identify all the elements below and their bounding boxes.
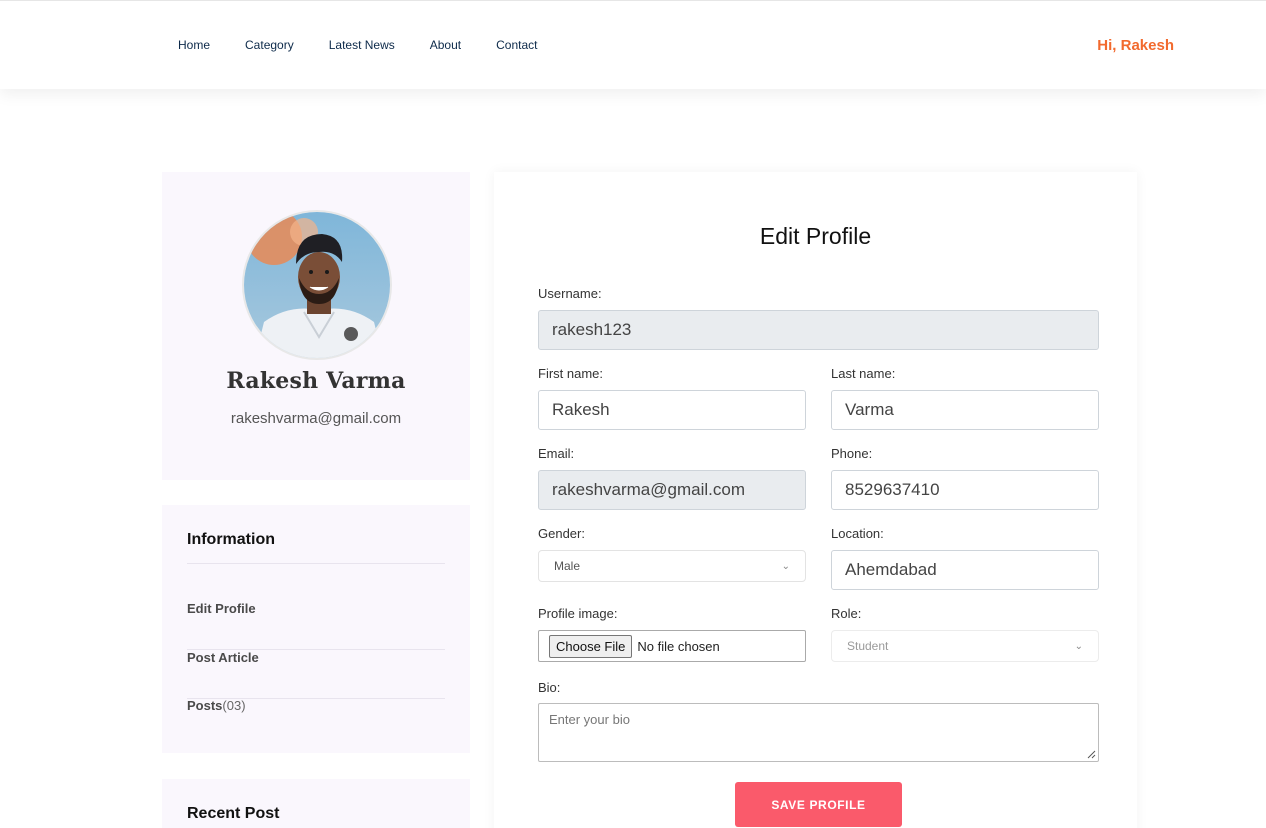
- gender-label: Gender:: [538, 526, 585, 541]
- information-heading: Information: [187, 531, 275, 548]
- sidebar-item-label: Post Article: [187, 650, 259, 665]
- nav-about-link[interactable]: About: [430, 38, 461, 52]
- divider: [187, 563, 445, 564]
- phone-field[interactable]: 8529637410: [831, 470, 1099, 510]
- recent-post-heading: Recent Post: [187, 805, 280, 822]
- profile-image-label: Profile image:: [538, 606, 618, 621]
- nav-home-link[interactable]: Home: [178, 38, 210, 52]
- username-label: Username:: [538, 286, 602, 301]
- save-profile-button[interactable]: SAVE PROFILE: [735, 782, 902, 827]
- email-value: rakeshvarma@gmail.com: [552, 480, 745, 499]
- information-card: Information Edit Profile Post Article Po…: [162, 505, 470, 753]
- recent-post-card: Recent Post: [162, 779, 470, 828]
- sidebar-item-label: Edit Profile: [187, 601, 256, 616]
- email-field[interactable]: rakeshvarma@gmail.com: [538, 470, 806, 510]
- gender-value: Male: [554, 559, 581, 573]
- top-navbar: Home Category Latest News About Contact …: [0, 0, 1266, 89]
- profile-email: rakeshvarma@gmail.com: [230, 410, 402, 427]
- location-value: Ahemdabad: [845, 560, 937, 579]
- bio-textarea[interactable]: Enter your bio: [538, 703, 1099, 762]
- posts-count: (03): [222, 698, 246, 713]
- last-name-field[interactable]: Varma: [831, 390, 1099, 430]
- sidebar-item-post-article[interactable]: Post Article: [187, 650, 445, 699]
- sidebar-item-posts[interactable]: Posts(03): [187, 698, 445, 747]
- sidebar-item-edit-profile[interactable]: Edit Profile: [187, 601, 445, 650]
- nav-contact-link[interactable]: Contact: [496, 38, 537, 52]
- location-field[interactable]: Ahemdabad: [831, 550, 1099, 590]
- file-status-text: No file chosen: [637, 638, 720, 654]
- role-value: Student: [847, 639, 889, 653]
- first-name-field[interactable]: Rakesh: [538, 390, 806, 430]
- last-name-label: Last name:: [831, 366, 896, 381]
- username-field[interactable]: rakesh123: [538, 310, 1099, 350]
- sidebar-item-label: Posts: [187, 698, 223, 713]
- chevron-down-icon: ⌄: [781, 560, 790, 572]
- avatar: [242, 210, 392, 360]
- phone-value: 8529637410: [845, 480, 940, 499]
- nav-latest-news-link[interactable]: Latest News: [329, 38, 395, 52]
- first-name-label: First name:: [538, 366, 604, 381]
- nav-category-link[interactable]: Category: [245, 38, 294, 52]
- phone-label: Phone:: [831, 446, 873, 461]
- profile-name: Rakesh Varma: [226, 368, 406, 394]
- username-value: rakesh123: [552, 320, 632, 339]
- first-name-value: Rakesh: [552, 400, 610, 419]
- form-title: Edit Profile: [759, 223, 872, 249]
- main-nav: Home Category Latest News About Contact: [178, 38, 572, 52]
- profile-image-input[interactable]: Choose File No file chosen: [538, 630, 806, 662]
- choose-file-button[interactable]: Choose File: [549, 634, 633, 658]
- chevron-down-icon: ⌄: [1074, 640, 1083, 652]
- role-label: Role:: [831, 606, 862, 621]
- email-label: Email:: [538, 446, 575, 461]
- location-label: Location:: [831, 526, 884, 541]
- user-greeting[interactable]: Hi, Rakesh: [1097, 37, 1174, 54]
- gender-select[interactable]: Male ⌄: [538, 550, 806, 582]
- avatar-image: [244, 212, 390, 358]
- profile-card: Rakesh Varma rakeshvarma@gmail.com: [162, 172, 470, 480]
- last-name-value: Varma: [845, 400, 894, 419]
- bio-label: Bio:: [538, 680, 561, 695]
- role-select[interactable]: Student ⌄: [831, 630, 1099, 662]
- bio-placeholder: Enter your bio: [549, 712, 630, 727]
- resize-handle-icon[interactable]: [1087, 750, 1096, 759]
- edit-profile-form: Edit Profile Username: rakesh123 First n…: [494, 172, 1137, 828]
